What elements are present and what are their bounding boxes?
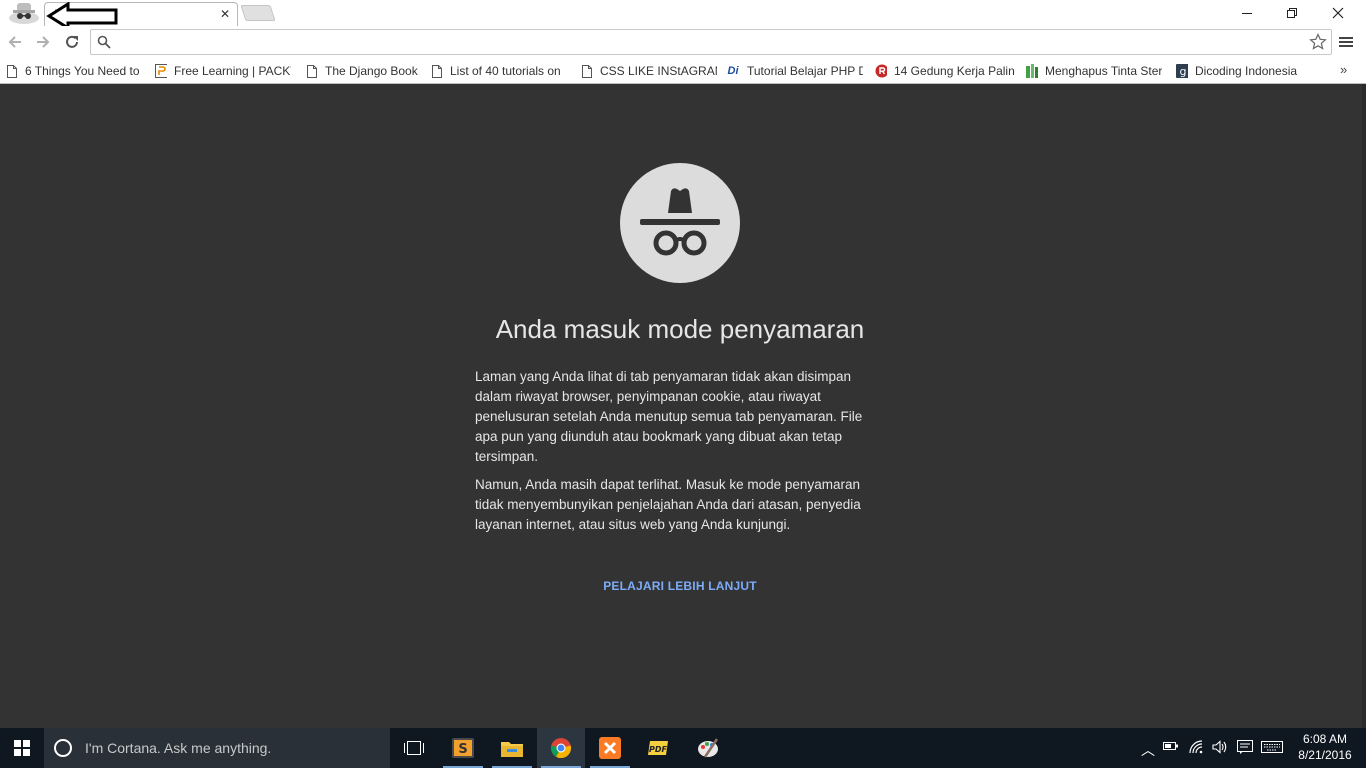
back-button[interactable]	[2, 30, 28, 54]
close-icon	[1332, 7, 1344, 19]
task-view-icon	[404, 741, 424, 755]
bookmark-item[interactable]: Di Tutorial Belajar PHP D	[726, 62, 864, 80]
new-tab-button[interactable]	[240, 5, 276, 21]
cortana-placeholder: I'm Cortana. Ask me anything.	[85, 740, 272, 756]
windows-logo-icon	[14, 740, 30, 756]
taskbar-app-explorer[interactable]	[488, 728, 536, 768]
search-icon	[97, 35, 111, 49]
sublime-text-icon: S	[452, 738, 474, 758]
volume-icon[interactable]	[1212, 740, 1228, 757]
bookmark-item[interactable]: The Django Book	[306, 62, 420, 80]
windows-taskbar: I'm Cortana. Ask me anything. S PDF ︿ 6:…	[0, 728, 1366, 768]
touch-keyboard-icon[interactable]	[1261, 740, 1283, 757]
taskbar-app-sublime[interactable]: S	[439, 728, 487, 768]
restore-button[interactable]	[1269, 0, 1315, 26]
minimize-icon	[1242, 13, 1252, 14]
omnibox[interactable]	[90, 29, 1332, 55]
clock-date: 8/21/2016	[1298, 748, 1352, 762]
packt-icon	[155, 64, 167, 78]
hamburger-menu-icon	[1339, 37, 1353, 47]
reload-button[interactable]	[59, 30, 85, 54]
page-icon	[6, 64, 18, 78]
clock-time: 6:08 AM	[1302, 732, 1348, 746]
taskbar-app-paint[interactable]	[684, 728, 732, 768]
show-hidden-icons-chevron-icon[interactable]: ︿	[1141, 740, 1155, 760]
red-r-icon	[875, 64, 887, 78]
action-center-icon[interactable]	[1237, 740, 1253, 757]
bookmark-item[interactable]: Free Learning | PACKT	[155, 62, 291, 80]
browser-toolbar	[0, 26, 1366, 58]
wifi-icon[interactable]	[1189, 740, 1205, 757]
bookmarks-overflow-chevron-icon[interactable]: »	[1340, 62, 1347, 77]
bookmark-item[interactable]: 14 Gedung Kerja Palin	[875, 62, 1015, 80]
page-icon	[581, 64, 593, 78]
start-button[interactable]	[0, 728, 44, 768]
cortana-icon	[54, 739, 72, 757]
window-close-button[interactable]	[1315, 0, 1361, 26]
bookmark-item[interactable]: g Dicoding Indonesia	[1176, 62, 1316, 80]
bookmarks-bar: 6 Things You Need to Free Learning | PAC…	[0, 58, 1366, 84]
forward-arrow-icon	[37, 36, 50, 48]
bookmark-item[interactable]: Menghapus Tinta Ster	[1026, 62, 1162, 80]
forward-button[interactable]	[30, 30, 56, 54]
pdf-icon: PDF	[648, 741, 668, 755]
restore-icon	[1287, 8, 1297, 18]
page-title: Anda masuk mode penyamaran	[495, 314, 865, 344]
incognito-description: Laman yang Anda lihat di tab penyamaran …	[475, 369, 863, 464]
minimize-button[interactable]	[1224, 0, 1270, 26]
page-icon	[306, 64, 318, 78]
incognito-spy-icon	[620, 163, 740, 283]
bookmark-item[interactable]: 6 Things You Need to	[6, 62, 140, 80]
cortana-search-box[interactable]: I'm Cortana. Ask me anything.	[44, 728, 390, 768]
chrome-icon	[550, 738, 572, 759]
back-arrow-icon	[8, 36, 21, 48]
scrollbar[interactable]	[1362, 84, 1366, 728]
system-clock[interactable]: 6:08 AM 8/21/2016	[1290, 731, 1360, 763]
file-explorer-icon	[501, 742, 523, 757]
green-icon	[1026, 64, 1038, 78]
svg-text:g: g	[1180, 65, 1187, 78]
bookmark-star-icon[interactable]	[1309, 33, 1327, 51]
incognito-page: Anda masuk mode penyamaran Laman yang An…	[0, 84, 1366, 728]
address-input[interactable]	[117, 33, 1301, 53]
svg-text:PDF: PDF	[649, 745, 668, 754]
bookmark-item[interactable]: CSS LIKE INStAGRAM	[581, 62, 717, 80]
taskbar-app-xampp[interactable]	[586, 728, 634, 768]
reload-icon	[66, 35, 78, 48]
incognito-warning: Namun, Anda masih dapat terlihat. Masuk …	[475, 477, 861, 532]
svg-text:S: S	[458, 742, 467, 757]
di-icon: Di	[727, 65, 739, 77]
taskbar-app-chrome[interactable]	[537, 728, 585, 768]
bookmark-item[interactable]: List of 40 tutorials on	[431, 62, 564, 80]
learn-more-link[interactable]: PELAJARI LEBIH LANJUT	[480, 579, 880, 593]
dicoding-icon: g	[1176, 64, 1188, 78]
taskbar-app-pdf[interactable]: PDF	[635, 728, 683, 768]
chrome-menu-button[interactable]	[1336, 30, 1356, 54]
battery-icon[interactable]	[1163, 740, 1179, 755]
incognito-avatar-icon[interactable]	[4, 1, 40, 25]
paint-icon	[698, 738, 719, 758]
page-icon	[431, 64, 443, 78]
xampp-icon	[599, 737, 621, 759]
close-icon[interactable]: ✕	[220, 7, 230, 21]
title-bar: Ta ✕	[0, 0, 1366, 30]
task-view-button[interactable]	[390, 728, 438, 768]
